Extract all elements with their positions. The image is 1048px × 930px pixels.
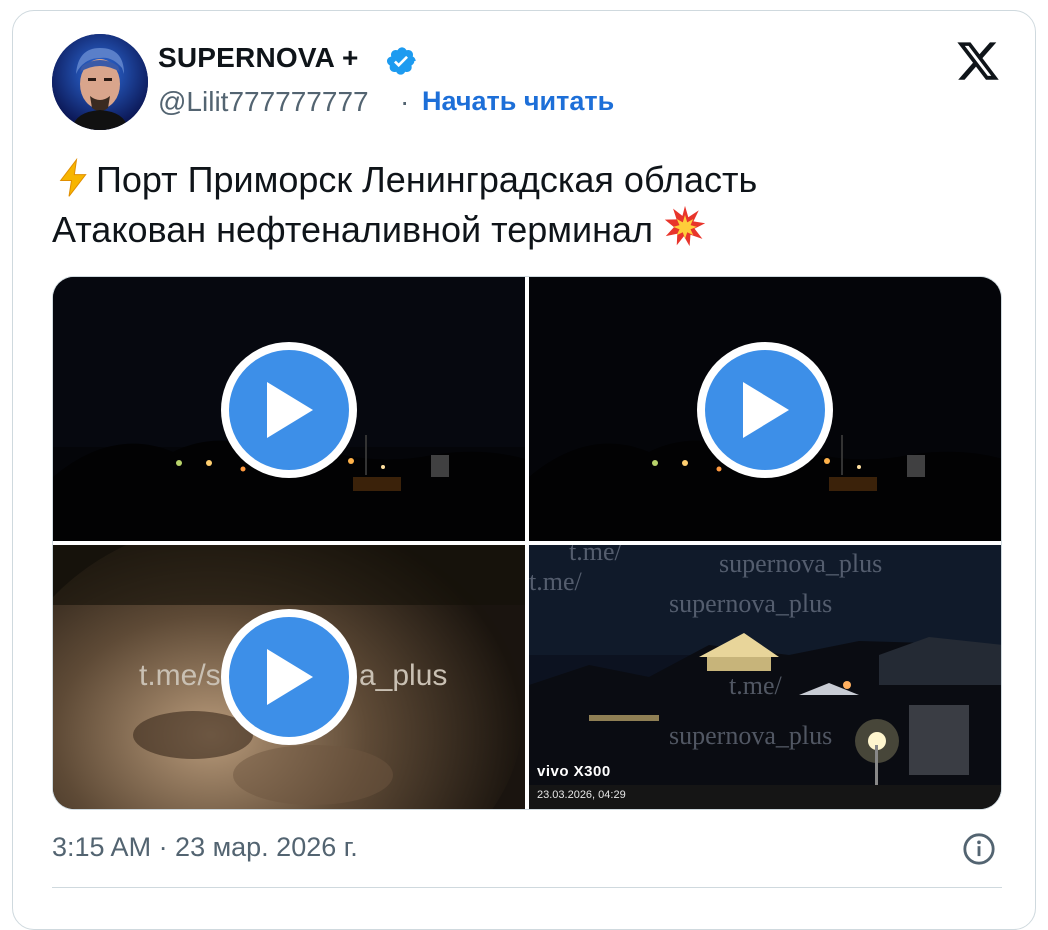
tweet-line-2: Атакован нефтеналивной терминал: [52, 204, 992, 254]
footer-divider: [52, 887, 1002, 888]
video-tile-2[interactable]: [529, 277, 1001, 541]
watermark-line: supernova_plus: [669, 589, 833, 618]
separator-dot: ·: [400, 86, 410, 117]
watermark-line: t.me/: [729, 671, 782, 700]
watermark-line: t.me/: [569, 545, 622, 566]
camera-timestamp: 23.03.2026, 04:29: [537, 789, 626, 801]
watermark-text-tail: a_plus: [359, 659, 448, 692]
tweet-line-1: Порт Приморск Ленинградская область: [52, 156, 992, 204]
camera-model-label: vivo X300: [537, 763, 611, 780]
collision-icon: [664, 205, 706, 247]
play-button[interactable]: [221, 609, 357, 745]
video-tile-1[interactable]: [53, 277, 525, 541]
avatar[interactable]: [52, 34, 148, 130]
play-button[interactable]: [697, 342, 833, 478]
play-button[interactable]: [221, 342, 357, 478]
tweet-text: Порт Приморск Ленинградская область Атак…: [52, 156, 992, 254]
watermark-text: t.me/s: [139, 659, 221, 692]
x-logo-icon[interactable]: [955, 38, 1001, 84]
video-tile-3[interactable]: t.me/s a_plus: [53, 545, 525, 809]
media-grid: t.me/s a_plus t.me/ supernova_plus t.me/…: [52, 276, 1002, 810]
watermark-line: supernova_plus: [719, 549, 883, 578]
author-name[interactable]: SUPERNOVA +: [158, 42, 359, 74]
tweet-timestamp[interactable]: 3:15 AM · 23 мар. 2026 г.: [52, 832, 358, 863]
tweet-line-2-text: Атакован нефтеналивной терминал: [52, 209, 654, 250]
tweet-line-1-text: Порт Приморск Ленинградская область: [96, 159, 758, 200]
image-tile-4[interactable]: t.me/ supernova_plus t.me/ supernova_plu…: [529, 545, 1001, 809]
author-handle[interactable]: @Lilit777777777: [158, 86, 369, 118]
info-icon[interactable]: [962, 832, 996, 866]
play-icon: [743, 382, 789, 438]
play-icon: [267, 649, 313, 705]
verified-badge-icon: [387, 47, 416, 75]
watermark-line: t.me/: [529, 567, 582, 596]
lightning-icon: [59, 158, 87, 197]
watermark-line: supernova_plus: [669, 721, 833, 750]
follow-button[interactable]: Начать читать: [422, 86, 614, 117]
play-icon: [267, 382, 313, 438]
